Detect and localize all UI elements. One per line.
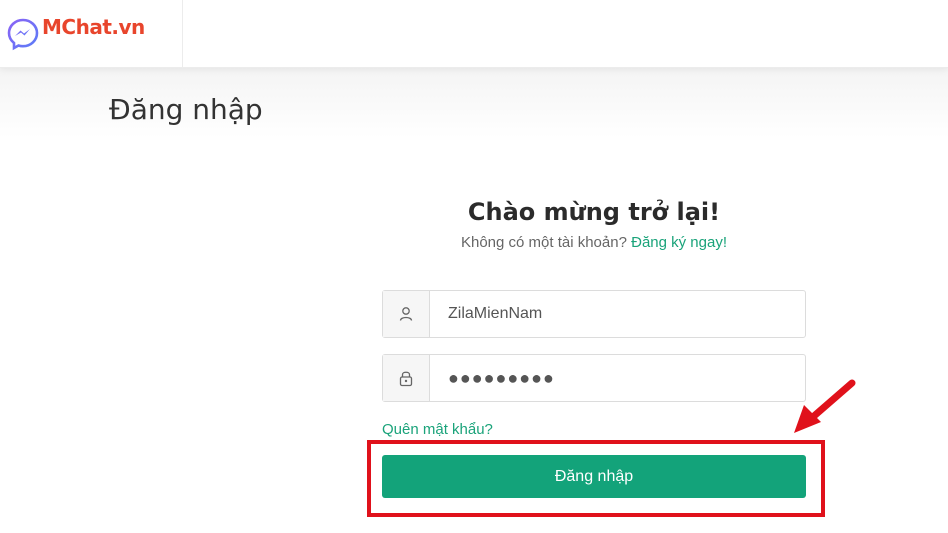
username-value[interactable]: ZilaMienNam [430,291,805,337]
forgot-password-link[interactable]: Quên mật khẩu? [382,421,493,438]
logo-text: MChat.vn [42,15,145,39]
lock-icon [399,371,413,387]
signup-prompt: Không có một tài khoản? Đăng ký ngay! [382,234,806,251]
welcome-heading: Chào mừng trở lại! [467,198,721,226]
logo[interactable]: MChat.vn [0,0,183,68]
red-arrow-icon [794,379,856,433]
messenger-icon [7,18,39,51]
no-account-text: Không có một tài khoản? [460,234,627,251]
signup-link[interactable]: Đăng ký ngay! [631,234,727,251]
username-addon [383,291,430,337]
highlight-annotation-box [367,440,825,517]
top-navbar: MChat.vn [0,0,948,68]
password-value[interactable]: ●●●●●●●●● [430,355,805,401]
username-field[interactable]: ZilaMienNam [382,290,806,338]
user-icon [399,307,413,321]
password-field[interactable]: ●●●●●●●●● [382,354,806,402]
page-title: Đăng nhập [109,93,263,126]
password-addon [383,355,430,401]
